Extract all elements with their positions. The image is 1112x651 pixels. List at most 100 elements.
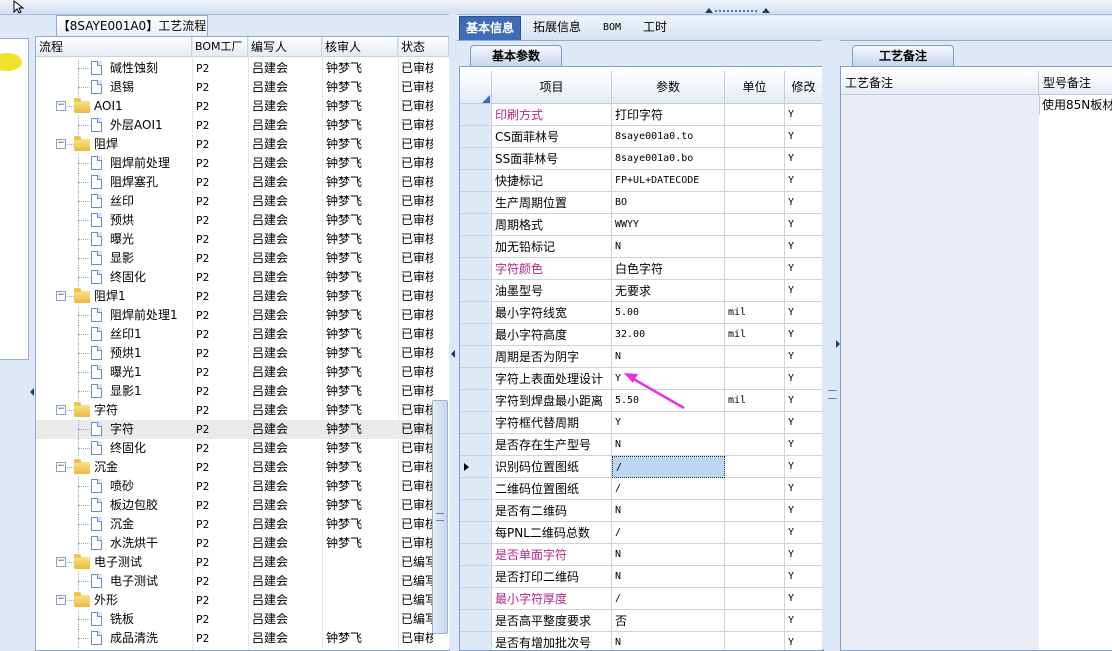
row-selector[interactable]: [460, 588, 492, 610]
param-row[interactable]: 是否存在生产型号 N Y: [460, 434, 823, 456]
row-selector[interactable]: [460, 126, 492, 148]
middle-splitter[interactable]: [449, 14, 457, 649]
param-value[interactable]: WWYY: [612, 214, 725, 236]
tree-item-row[interactable]: 终固化 P2 吕建会 钟梦飞 已审核: [36, 439, 433, 458]
row-selector[interactable]: [460, 346, 492, 368]
param-row[interactable]: 二维码位置图纸 / Y: [460, 478, 823, 500]
param-value[interactable]: /: [612, 588, 725, 610]
param-value[interactable]: N: [612, 236, 725, 258]
process-tree[interactable]: 流程 BOM工厂 编写人 核审人 状态 碱性蚀刻P2吕建会钟梦飞已审核退锡P2吕…: [35, 36, 450, 651]
note-header-process[interactable]: 工艺备注: [841, 71, 1039, 95]
row-selector[interactable]: [460, 610, 492, 632]
collapse-up-icon[interactable]: [762, 8, 770, 13]
basic-params-tab[interactable]: 基本参数: [470, 45, 562, 66]
param-value[interactable]: 5.00: [612, 302, 725, 324]
param-row[interactable]: 是否单面字符 N Y: [460, 544, 823, 566]
tree-item-row[interactable]: 字符 P2 吕建会 钟梦飞 已审核: [36, 420, 433, 439]
model-note-area[interactable]: [1039, 115, 1112, 650]
param-row[interactable]: 周期是否为阴字 N Y: [460, 346, 823, 368]
tab-basic-info[interactable]: 基本信息: [459, 16, 522, 40]
param-value[interactable]: 8saye001a0.to: [612, 126, 725, 148]
param-row[interactable]: 生产周期位置 BO Y: [460, 192, 823, 214]
tree-item-row[interactable]: 显影1 P2 吕建会 钟梦飞 已审核: [36, 382, 433, 401]
param-row[interactable]: 加无铅标记 N Y: [460, 236, 823, 258]
tree-item-row[interactable]: 阻焊前处理 P2 吕建会 钟梦飞 已审核: [36, 154, 433, 173]
row-selector[interactable]: [460, 192, 492, 214]
param-row[interactable]: 是否有二维码 N Y: [460, 500, 823, 522]
param-row[interactable]: 字符框代替周期 Y Y: [460, 412, 823, 434]
process-note-tab[interactable]: 工艺备注: [852, 45, 954, 66]
tree-item-row[interactable]: 碱性蚀刻 P2 吕建会 钟梦飞 已审核: [36, 59, 433, 78]
tree-folder-row[interactable]: − 外形 P2 吕建会 已编写: [36, 591, 433, 610]
tree-header-reviewer[interactable]: 核审人: [322, 37, 398, 57]
row-selector[interactable]: [460, 214, 492, 236]
row-selector[interactable]: [460, 170, 492, 192]
tree-item-row[interactable]: 板边包胶 P2 吕建会 钟梦飞 已审核: [36, 496, 433, 515]
row-selector[interactable]: [460, 566, 492, 588]
param-value[interactable]: FP+UL+DATECODE: [612, 170, 725, 192]
collapse-toggle-icon[interactable]: −: [56, 595, 66, 605]
param-row[interactable]: 最小字符高度 32.00 mil Y: [460, 324, 823, 346]
process-flow-tab[interactable]: 【8SAYE001A0】工艺流程: [56, 15, 208, 36]
row-selector[interactable]: [460, 390, 492, 412]
grid-header-item[interactable]: 项目: [492, 71, 612, 104]
param-value[interactable]: 无要求: [612, 280, 725, 302]
param-row[interactable]: 印刷方式 打印字符 Y: [460, 104, 823, 126]
param-value[interactable]: N: [612, 434, 725, 456]
note-header-model[interactable]: 型号备注: [1039, 71, 1112, 95]
basic-params-grid[interactable]: 项目 参数 单位 修改 印刷方式 打印字符 Y CS面菲林号 8saye001a0.to…: [459, 66, 824, 651]
row-selector[interactable]: [460, 148, 492, 170]
param-value[interactable]: /: [612, 456, 725, 478]
param-value[interactable]: N: [612, 544, 725, 566]
tree-folder-row[interactable]: − 阻焊1 P2 吕建会 钟梦飞 已审核: [36, 287, 433, 306]
row-selector[interactable]: [460, 434, 492, 456]
param-row[interactable]: 最小字符厚度 / Y: [460, 588, 823, 610]
tree-item-row[interactable]: 水洗烘干 P2 吕建会 钟梦飞 已审核: [36, 534, 433, 553]
tree-item-row[interactable]: 阻焊前处理1 P2 吕建会 钟梦飞 已审核: [36, 306, 433, 325]
tree-item-row[interactable]: 沉金 P2 吕建会 钟梦飞 已审核: [36, 515, 433, 534]
param-value[interactable]: N: [612, 632, 725, 650]
param-row[interactable]: SS面菲林号 8saye001a0.bo Y: [460, 148, 823, 170]
collapse-toggle-icon[interactable]: −: [56, 291, 66, 301]
row-selector[interactable]: [460, 236, 492, 258]
row-selector[interactable]: [460, 500, 492, 522]
tree-item-row[interactable]: 曝光 P2 吕建会 钟梦飞 已审核: [36, 230, 433, 249]
param-row[interactable]: 油墨型号 无要求 Y: [460, 280, 823, 302]
row-selector[interactable]: [460, 258, 492, 280]
param-row[interactable]: 是否高平整度要求否 Y: [460, 610, 823, 632]
param-row[interactable]: 字符颜色 白色字符 Y: [460, 258, 823, 280]
param-row[interactable]: 每PNL二维码总数 / Y: [460, 522, 823, 544]
tab-extended-info[interactable]: 拓展信息: [527, 16, 587, 39]
tree-header-flow[interactable]: 流程: [36, 37, 192, 57]
tree-item-row[interactable]: 显影 P2 吕建会 钟梦飞 已审核: [36, 249, 433, 268]
process-note-grid[interactable]: 工艺备注 型号备注 使用85N板材生产: [840, 66, 1112, 651]
row-selector[interactable]: [460, 368, 492, 390]
tree-item-row[interactable]: 阻焊塞孔 P2 吕建会 钟梦飞 已审核: [36, 173, 433, 192]
param-value[interactable]: BO: [612, 192, 725, 214]
tree-item-row[interactable]: 成品清洗 P2 吕建会 钟梦飞 已审核: [36, 629, 433, 648]
collapse-toggle-icon[interactable]: −: [56, 139, 66, 149]
tree-item-row[interactable]: 丝印 P2 吕建会 钟梦飞 已审核: [36, 192, 433, 211]
tree-header-status[interactable]: 状态: [398, 37, 449, 57]
param-value[interactable]: 打印字符: [612, 104, 725, 126]
top-splitter-grip[interactable]: [715, 10, 757, 15]
param-row[interactable]: 是否打印二维码 N Y: [460, 566, 823, 588]
tree-item-row[interactable]: 丝印1 P2 吕建会 钟梦飞 已审核: [36, 325, 433, 344]
row-selector[interactable]: [460, 478, 492, 500]
collapse-left-icon[interactable]: [451, 350, 455, 358]
tree-item-row[interactable]: 预烘1 P2 吕建会 钟梦飞 已审核: [36, 344, 433, 363]
tree-item-row[interactable]: 退锡 P2 吕建会 钟梦飞 已审核: [36, 78, 433, 97]
row-selector[interactable]: [460, 412, 492, 434]
collapse-toggle-icon[interactable]: −: [56, 462, 66, 472]
param-row[interactable]: CS面菲林号 8saye001a0.to Y: [460, 126, 823, 148]
tab-bom[interactable]: BOM: [597, 16, 627, 39]
grid-header-unit[interactable]: 单位: [725, 71, 785, 104]
param-value[interactable]: /: [612, 478, 725, 500]
param-value[interactable]: N: [612, 346, 725, 368]
param-row[interactable]: 快捷标记 FP+UL+DATECODE Y: [460, 170, 823, 192]
tree-item-row[interactable]: 预烘 P2 吕建会 钟梦飞 已审核: [36, 211, 433, 230]
param-row[interactable]: 识别码位置图纸 / Y: [460, 456, 823, 478]
tree-header-author[interactable]: 编写人: [248, 37, 322, 57]
row-selector[interactable]: [460, 302, 492, 324]
right-splitter[interactable]: [822, 40, 840, 649]
